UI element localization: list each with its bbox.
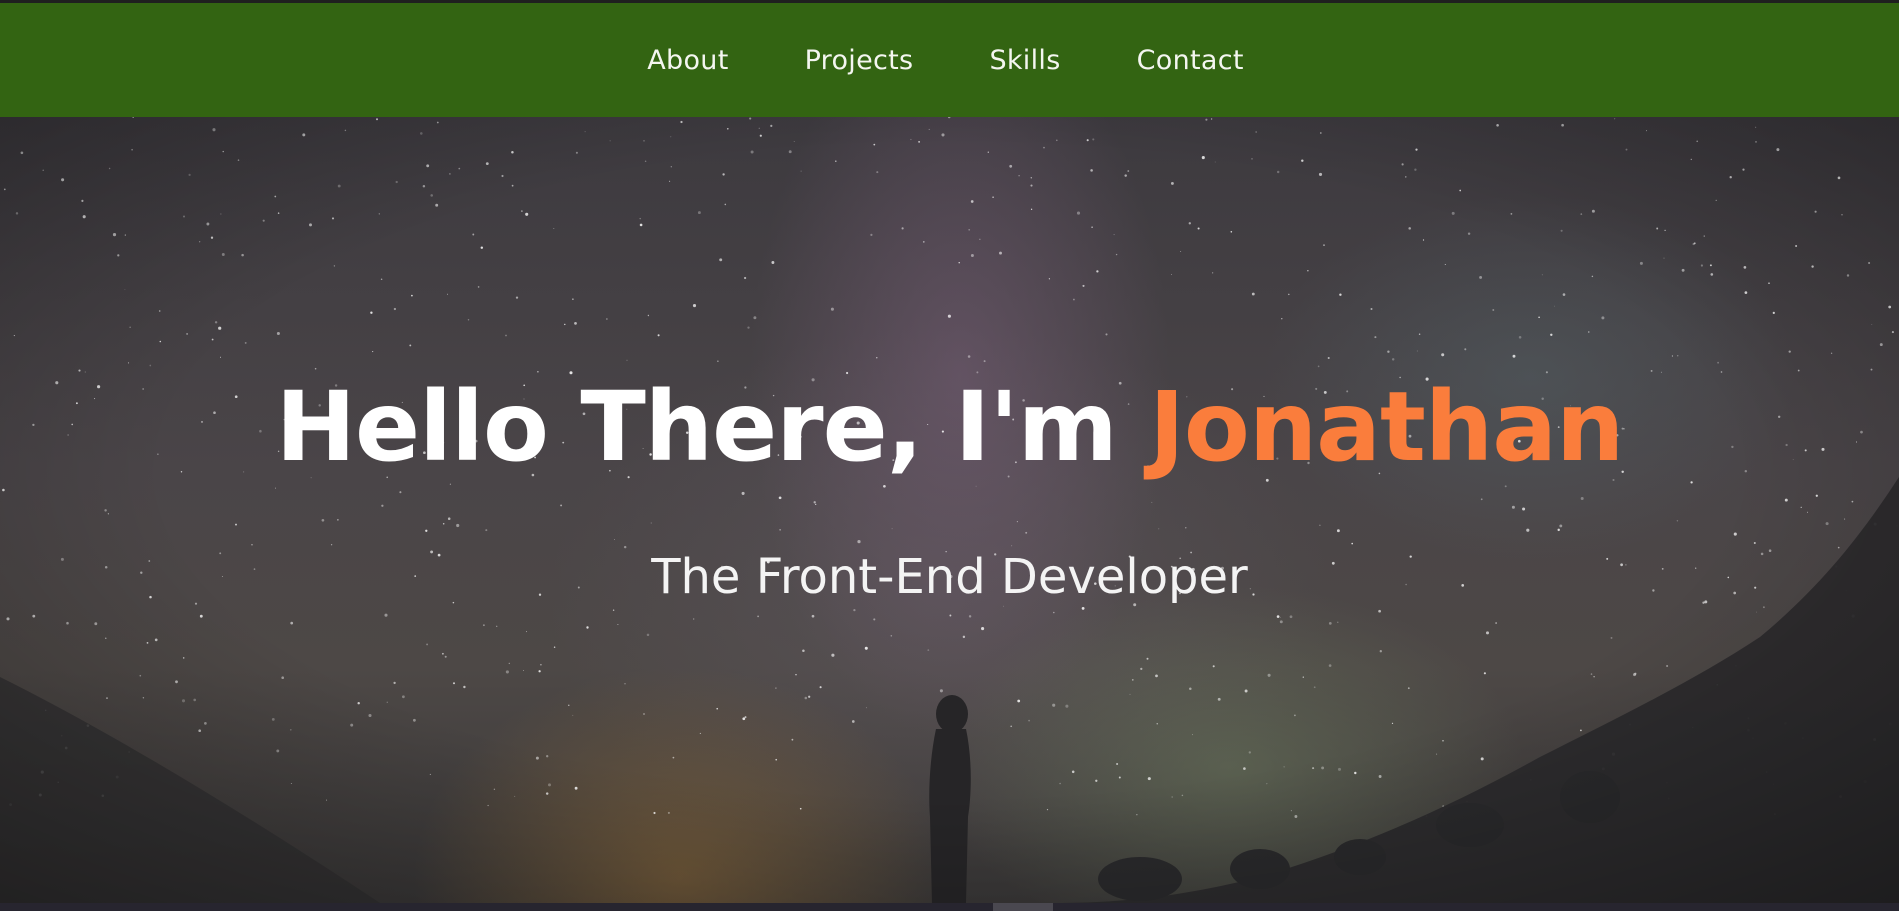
nav-item-projects: Projects <box>767 45 952 76</box>
hero-headline: Hello There, I'm Jonathan <box>0 374 1899 481</box>
nav-link-about[interactable]: About <box>609 45 766 76</box>
nav-item-contact: Contact <box>1099 45 1282 76</box>
nav-item-skills: Skills <box>951 45 1098 76</box>
hero-subtitle: The Front-End Developer <box>651 549 1248 605</box>
hero-name: Jonathan <box>1149 371 1624 483</box>
scrollbar-thumb[interactable] <box>993 903 1053 911</box>
night-sky-background <box>0 117 1899 903</box>
nav-link-contact[interactable]: Contact <box>1099 45 1282 76</box>
hero-greeting: Hello There, I'm <box>275 371 1150 483</box>
portfolio-page: About Projects Skills Contact Hello Ther… <box>0 0 1899 911</box>
navbar: About Projects Skills Contact <box>0 3 1899 117</box>
nav-link-projects[interactable]: Projects <box>767 45 952 76</box>
nav-link-skills[interactable]: Skills <box>951 45 1098 76</box>
hero-section: Hello There, I'm Jonathan The Front-End … <box>0 117 1899 903</box>
nav-item-about: About <box>609 45 766 76</box>
nav-list: About Projects Skills Contact <box>609 45 1282 76</box>
horizontal-scrollbar[interactable] <box>0 903 1899 911</box>
